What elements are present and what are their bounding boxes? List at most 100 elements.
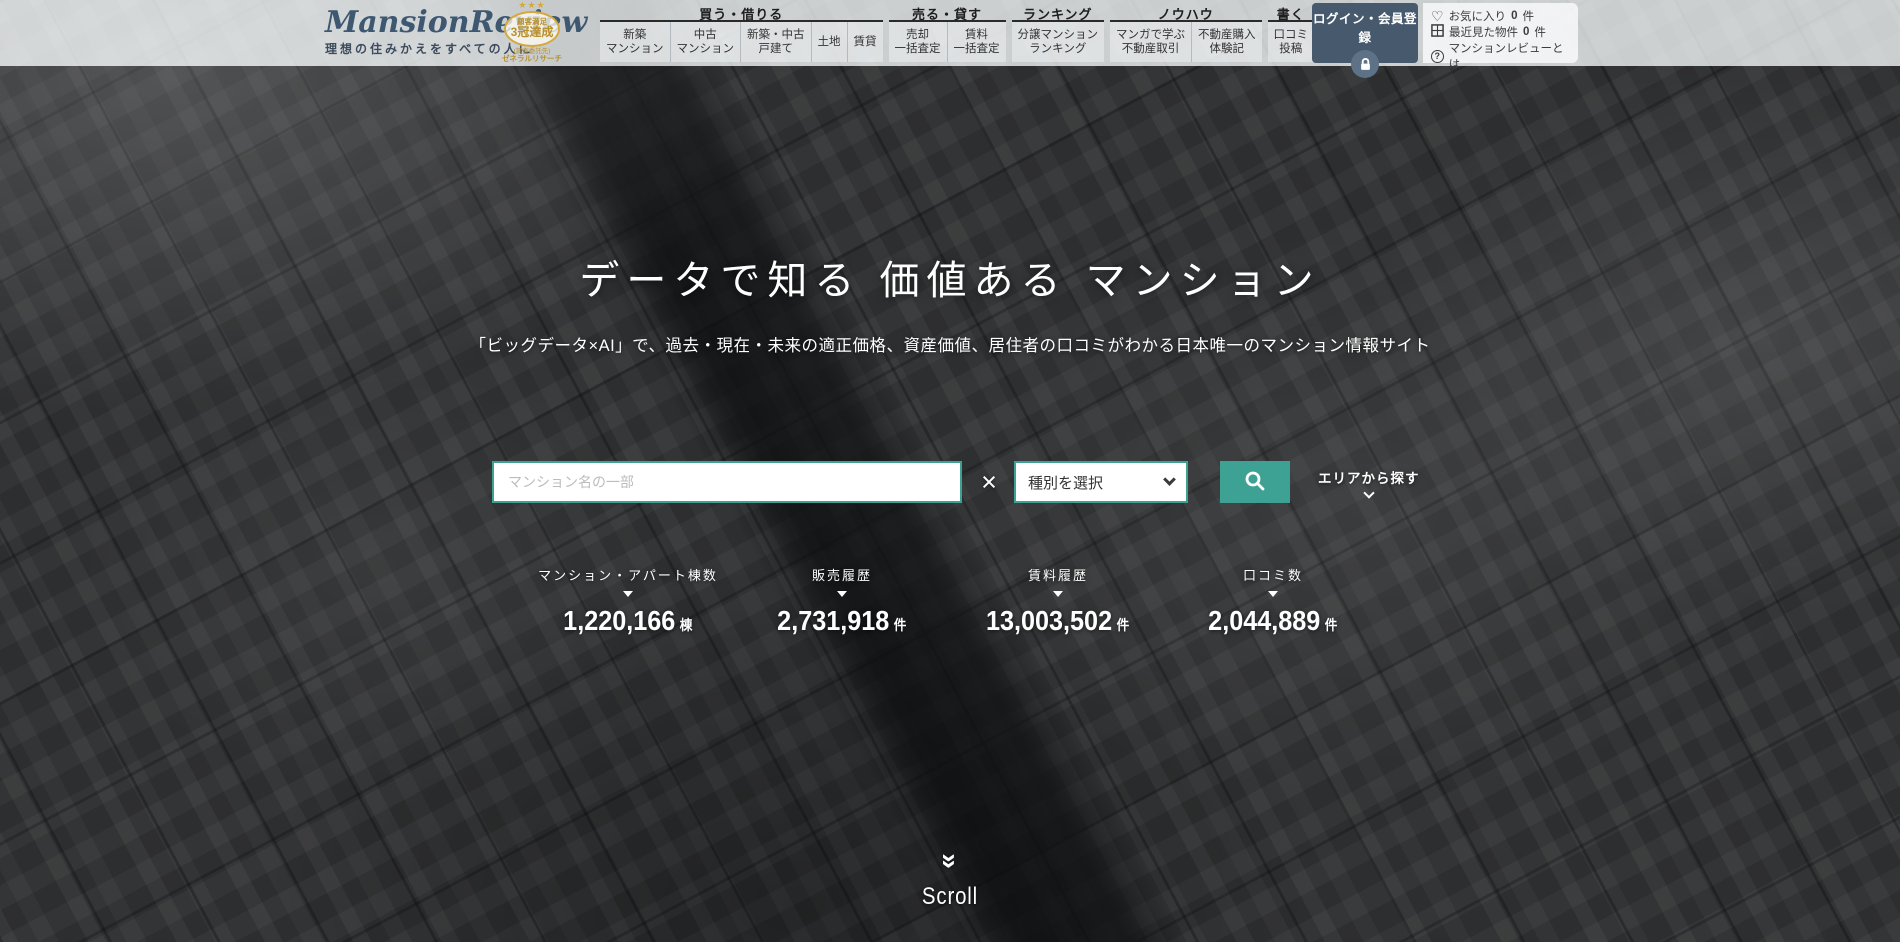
- nav-item-line: ランキング: [1029, 42, 1086, 56]
- nav-item-line: 口コミ: [1274, 28, 1309, 42]
- award-badge: ★★★ 顧客満足 3冠達成 (調査委託先) ゼネラルリサーチ: [497, 1, 567, 63]
- badge-line2: 3冠達成: [506, 26, 558, 39]
- nav-items: 分譲マンション ランキング: [1012, 22, 1105, 62]
- triangle-down-icon: [1268, 591, 1278, 597]
- nav-item-mansion-ranking[interactable]: 分譲マンション ランキング: [1012, 22, 1105, 62]
- lock-icon: [1351, 50, 1379, 78]
- nav-item-line: 不動産購入: [1198, 28, 1256, 42]
- recent-label: 最近見た物件: [1449, 24, 1518, 40]
- nav-group-ranking: ランキング 分譲マンション ランキング: [1012, 4, 1105, 62]
- nav-group-label: 買う・借りる: [600, 4, 883, 22]
- stat-unit: 棟: [680, 615, 693, 635]
- nav-group-label: 売る・貸す: [889, 4, 1006, 22]
- about-label: マンションレビューとは: [1449, 40, 1570, 72]
- nav-item-post-review[interactable]: 口コミ 投稿: [1268, 22, 1315, 62]
- nav-group-sell-lease: 売る・貸す 売却 一括査定 賃料 一括査定: [889, 4, 1006, 62]
- nav-item-new-mansion[interactable]: 新築 マンション: [600, 22, 670, 62]
- nav-group-label: 書く: [1268, 4, 1315, 22]
- nav-item-line: 一括査定: [954, 42, 1000, 56]
- nav-item-line: 投稿: [1279, 42, 1302, 56]
- favorites-link[interactable]: ♡ お気に入り 0 件: [1431, 8, 1570, 24]
- history-grid-icon: [1431, 24, 1444, 40]
- favorites-count: 0: [1511, 10, 1517, 22]
- nav-item-line: 戸建て: [759, 42, 794, 56]
- nav-group-buy-rent: 買う・借りる 新築 マンション 中古 マンション 新築・中古 戸建て: [600, 4, 883, 62]
- nav-item-line: 新築: [623, 28, 646, 42]
- recently-viewed-link[interactable]: 最近見た物件 0 件: [1431, 24, 1570, 40]
- stat-rent-history: 賃料履歴 13,003,502 件: [938, 565, 1178, 637]
- stat-review-count: 口コミ数 2,044,889 件: [1153, 565, 1393, 637]
- question-icon: ?: [1431, 50, 1444, 63]
- type-select-value: 種別を選択: [1028, 472, 1103, 493]
- nav-item-line: 賃貸: [854, 35, 877, 49]
- recent-count: 0: [1523, 26, 1529, 38]
- search-button[interactable]: [1220, 461, 1290, 503]
- stat-unit: 件: [1117, 615, 1130, 635]
- stat-value: 1,220,166: [563, 605, 675, 637]
- nav-item-house[interactable]: 新築・中古 戸建て: [740, 22, 811, 62]
- nav-item-line: 不動産取引: [1122, 42, 1180, 56]
- nav-item-line: 賃料: [965, 28, 988, 42]
- nav-items: 新築 マンション 中古 マンション 新築・中古 戸建て 土地: [600, 22, 883, 62]
- nav-item-chintai[interactable]: 賃貸: [847, 22, 883, 62]
- stat-unit: 件: [1325, 615, 1338, 635]
- login-register-button[interactable]: ログイン・会員登録: [1312, 3, 1418, 63]
- header-utility-links: ♡ お気に入り 0 件 最近見た物件 0 件 ? マンショ: [1423, 3, 1578, 63]
- nav-item-manga[interactable]: マンガで学ぶ 不動産取引: [1110, 22, 1191, 62]
- nav-item-line: 一括査定: [895, 42, 941, 56]
- search-icon: [1243, 469, 1267, 496]
- nav-items: 売却 一括査定 賃料 一括査定: [889, 22, 1006, 62]
- nav-group-label: ノウハウ: [1110, 4, 1262, 22]
- nav-item-line: 新築・中古: [747, 28, 805, 42]
- nav-item-experience[interactable]: 不動産購入 体験記: [1191, 22, 1262, 62]
- stat-label: 販売履歴: [722, 565, 962, 584]
- page-subtitle: 「ビッグデータ×AI」で、過去・現在・未来の適正価格、資産価値、居住者の口コミが…: [0, 332, 1900, 356]
- clear-icon[interactable]: ×: [976, 469, 1002, 495]
- double-chevron-down-icon: »: [939, 853, 961, 869]
- login-label: ログイン・会員登録: [1312, 8, 1418, 46]
- triangle-down-icon: [1053, 591, 1063, 597]
- nav-item-line: 土地: [818, 35, 841, 49]
- nav-item-sell-assess[interactable]: 売却 一括査定: [889, 22, 947, 62]
- nav-items: 口コミ 投稿: [1268, 22, 1315, 62]
- chevron-down-icon: [1363, 487, 1374, 498]
- nav-item-land[interactable]: 土地: [811, 22, 847, 62]
- type-select[interactable]: 種別を選択: [1014, 461, 1188, 503]
- triangle-down-icon: [623, 591, 633, 597]
- nav-item-line: マンション: [606, 42, 664, 56]
- recent-unit: 件: [1534, 24, 1546, 40]
- triangle-down-icon: [837, 591, 847, 597]
- stat-unit: 件: [894, 615, 907, 635]
- badge-emblem: 顧客満足 3冠達成: [504, 11, 560, 47]
- stat-label: 賃料履歴: [938, 565, 1178, 584]
- nav-item-line: 分譲マンション: [1018, 28, 1099, 42]
- stat-value: 13,003,502: [986, 605, 1112, 637]
- nav-item-line: 体験記: [1210, 42, 1245, 56]
- hero-dark-overlay: [0, 66, 1900, 942]
- stat-label: 口コミ数: [1153, 565, 1393, 584]
- nav-item-line: マンガで学ぶ: [1116, 28, 1185, 42]
- favorites-unit: 件: [1522, 8, 1534, 24]
- area-search-link[interactable]: エリアから探す: [1318, 467, 1420, 497]
- badge-stars-icon: ★★★: [497, 1, 567, 11]
- nav-item-rent-assess[interactable]: 賃料 一括査定: [947, 22, 1006, 62]
- search-input[interactable]: [492, 461, 962, 503]
- scroll-indicator[interactable]: » Scroll: [0, 850, 1900, 911]
- nav-item-used-mansion[interactable]: 中古 マンション: [670, 22, 741, 62]
- scroll-label: Scroll: [143, 883, 1758, 911]
- stat-value: 2,731,918: [777, 605, 889, 637]
- page: MansionReview 理想の住みかえをすべての人に ★★★ 顧客満足 3冠…: [0, 0, 1900, 942]
- page-title: データで知る 価値ある マンション: [0, 248, 1900, 306]
- chevron-down-icon: [1163, 473, 1176, 486]
- search-bar: × 種別を選択 エリアから探す: [492, 461, 1420, 503]
- nav-items: マンガで学ぶ 不動産取引 不動産購入 体験記: [1110, 22, 1262, 62]
- nav-item-line: マンション: [677, 42, 735, 56]
- nav-item-line: 中古: [694, 28, 717, 42]
- stat-value: 2,044,889: [1208, 605, 1320, 637]
- nav-group-label: ランキング: [1012, 4, 1105, 22]
- favorites-label: お気に入り: [1449, 8, 1507, 24]
- stat-building-count: マンション・アパート棟数 1,220,166 棟: [508, 565, 748, 637]
- nav-item-line: 売却: [906, 28, 929, 42]
- about-link[interactable]: ? マンションレビューとは: [1431, 40, 1570, 72]
- stat-sales-history: 販売履歴 2,731,918 件: [722, 565, 962, 637]
